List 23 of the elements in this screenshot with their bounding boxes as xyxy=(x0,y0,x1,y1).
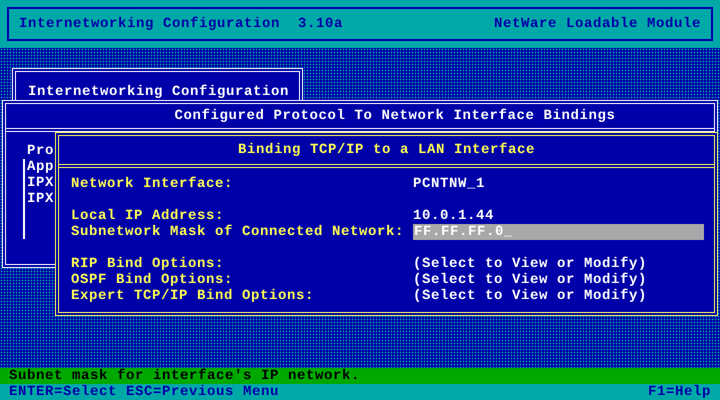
binding-item[interactable]: IPX xyxy=(27,191,54,207)
binding-item[interactable]: App xyxy=(27,159,54,175)
option-link[interactable]: (Select to View or Modify) xyxy=(413,256,648,272)
field-value: 10.0.1.44 xyxy=(413,208,494,224)
field-label: Subnetwork Mask of Connected Network: xyxy=(71,224,406,240)
option-link[interactable]: (Select to View or Modify) xyxy=(413,272,648,288)
app-title: Internetworking Configuration 3.10a xyxy=(19,16,344,32)
field-label: Expert TCP/IP Bind Options: xyxy=(71,288,316,304)
module-label: NetWare Loadable Module xyxy=(494,16,701,32)
column-header: Pro xyxy=(26,143,54,159)
field-label: RIP Bind Options: xyxy=(71,256,226,272)
key-hints: ENTER=Select ESC=Previous Menu xyxy=(9,384,280,400)
binding-item[interactable]: IPX xyxy=(27,175,54,191)
dialog-title: Binding TCP/IP to a LAN Interface xyxy=(238,142,536,158)
field-value: PCNTNW_1 xyxy=(413,176,486,192)
help-text: Subnet mask for interface's IP network. xyxy=(9,368,360,384)
help-key: F1=Help xyxy=(648,384,711,400)
field-label: OSPF Bind Options: xyxy=(71,272,234,288)
field-label: Network Interface: xyxy=(71,176,234,192)
menu-window-title: Internetworking Configuration xyxy=(28,84,290,100)
field-label: Local IP Address: xyxy=(71,208,226,224)
bindings-window-title: Configured Protocol To Network Interface Bindings xyxy=(174,108,616,124)
option-link[interactable]: (Select to View or Modify) xyxy=(413,288,648,304)
